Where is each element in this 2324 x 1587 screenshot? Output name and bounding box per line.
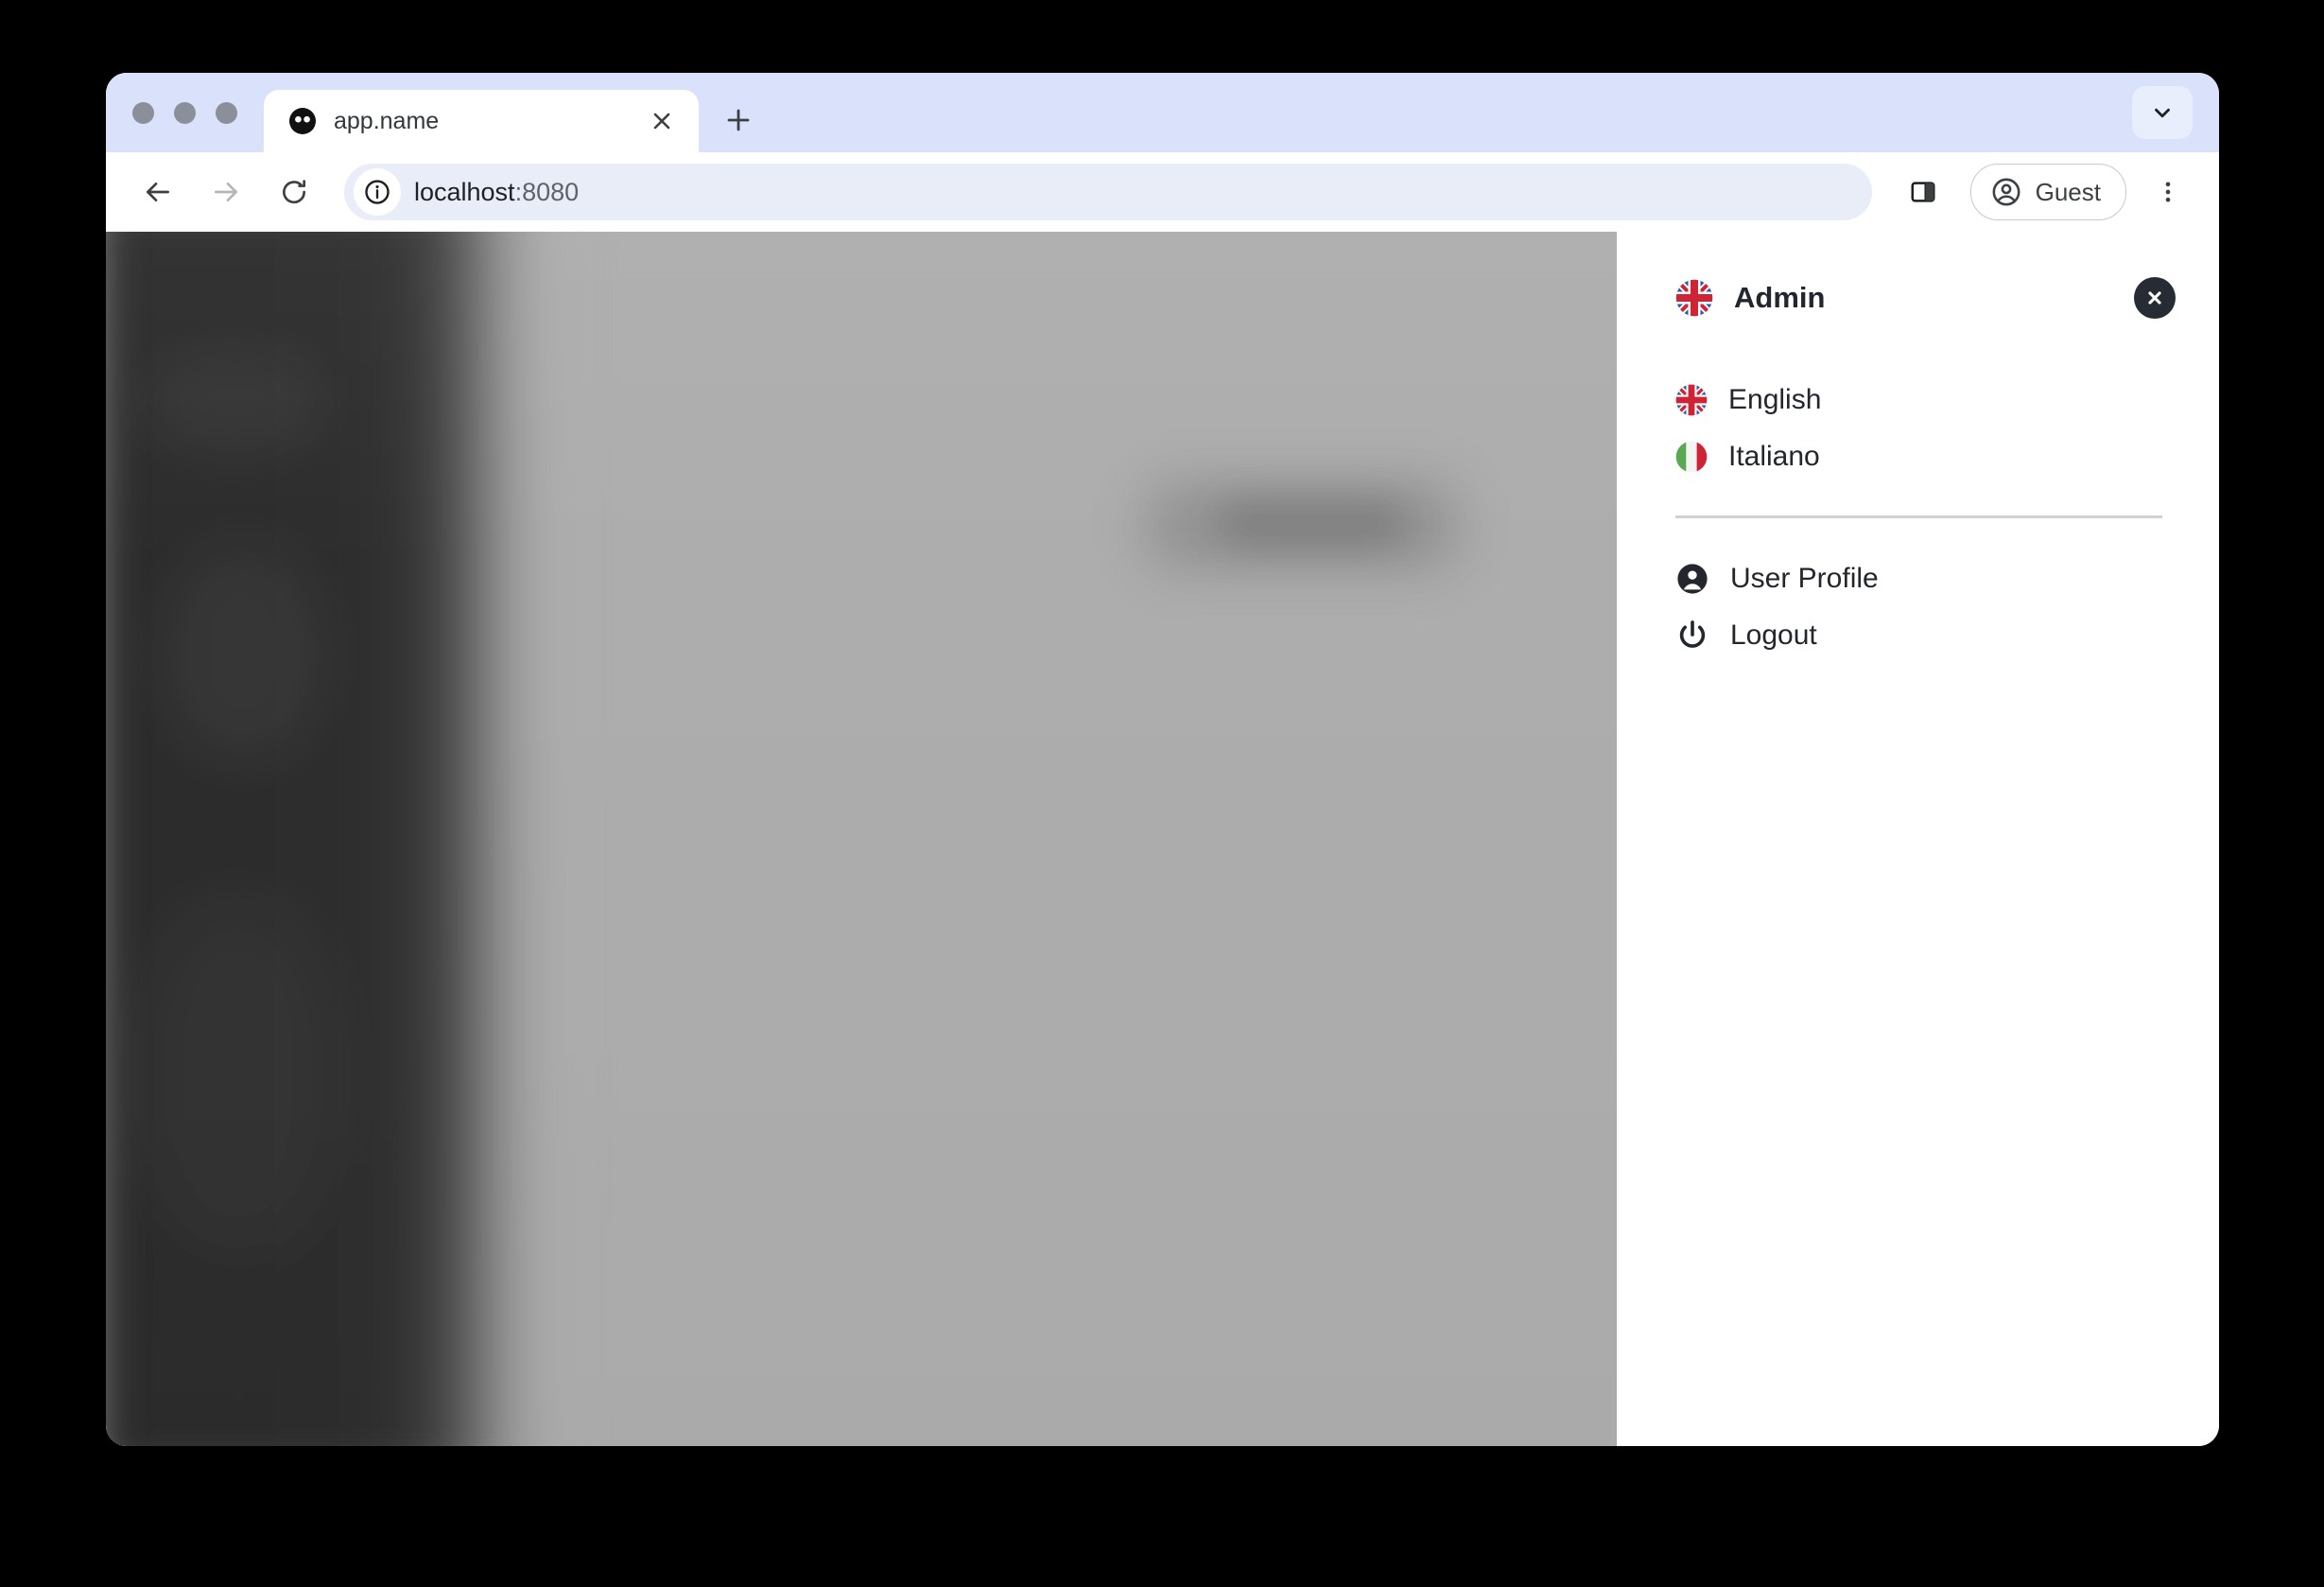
menu-item-label: User Profile (1730, 563, 1879, 594)
forward-button[interactable] (195, 161, 257, 223)
reload-button[interactable] (263, 161, 325, 223)
more-vertical-icon (2165, 182, 2171, 202)
menu-item-user-profile[interactable]: User Profile (1675, 552, 2176, 605)
menu-item-label: Logout (1730, 619, 1817, 651)
browser-tab[interactable]: app.name (264, 90, 699, 152)
blurred-page-content (106, 232, 1617, 1446)
minimize-window-button[interactable] (174, 101, 196, 124)
maximize-window-button[interactable] (216, 101, 237, 124)
info-icon (365, 180, 390, 204)
panel-header: Admin (1675, 271, 2176, 324)
side-panel-button[interactable] (1895, 164, 1951, 220)
page-overlay-sheen (106, 232, 1617, 1446)
page-viewport: Admin English Italiano User Profile Logo… (106, 232, 2219, 1446)
browser-window: app.name localhost:8080 Guest Admin Engl… (106, 73, 2219, 1446)
profile-button[interactable]: Guest (1969, 164, 2126, 220)
account-circle-icon (1992, 178, 2020, 206)
close-icon-glyph (653, 113, 670, 130)
flag-uk-icon (1675, 384, 1708, 416)
chevron-down-icon (2155, 108, 2170, 118)
language-label: Italiano (1728, 441, 1820, 472)
tab-strip: app.name (106, 73, 2219, 152)
panel-title: Admin (1734, 281, 1826, 314)
back-button[interactable] (127, 161, 189, 223)
close-icon[interactable] (646, 105, 678, 137)
account-circle-filled-icon (1677, 564, 1708, 594)
profile-label: Guest (2035, 177, 2101, 206)
url-port: :8080 (514, 177, 580, 206)
close-panel-button[interactable] (2134, 277, 2176, 319)
panel-divider (1675, 515, 2162, 518)
power-icon (1679, 620, 1706, 648)
admin-side-panel: Admin English Italiano User Profile Logo… (1617, 232, 2219, 1446)
arrow-left-icon (147, 183, 169, 201)
close-circle-icon (2148, 291, 2161, 305)
window-controls (132, 73, 264, 152)
account-action-list: User Profile Logout (1675, 552, 2176, 662)
side-panel-icon (1911, 182, 1935, 202)
plus-icon (727, 109, 750, 131)
reload-icon (283, 180, 306, 204)
address-bar[interactable]: localhost:8080 (344, 164, 1872, 220)
language-list: English Italiano (1675, 374, 2176, 483)
flag-italy-icon (1675, 441, 1708, 473)
language-item-english[interactable]: English (1675, 374, 2176, 427)
tab-title: app.name (334, 107, 440, 134)
arrow-right-icon (215, 183, 237, 201)
flag-uk-icon (1675, 279, 1713, 317)
face-dots-icon (289, 108, 316, 134)
tab-search-button[interactable] (2132, 86, 2193, 139)
browser-toolbar: localhost:8080 Guest (106, 152, 2219, 232)
language-label: English (1728, 384, 1822, 415)
new-tab-button[interactable] (712, 94, 765, 147)
browser-menu-button[interactable] (2142, 161, 2194, 223)
menu-item-logout[interactable]: Logout (1675, 609, 2176, 662)
url-text: localhost:8080 (414, 178, 579, 207)
url-host: localhost (414, 177, 515, 206)
close-window-button[interactable] (132, 101, 154, 124)
language-item-italiano[interactable]: Italiano (1675, 430, 2176, 483)
site-info-button[interactable] (354, 168, 401, 216)
